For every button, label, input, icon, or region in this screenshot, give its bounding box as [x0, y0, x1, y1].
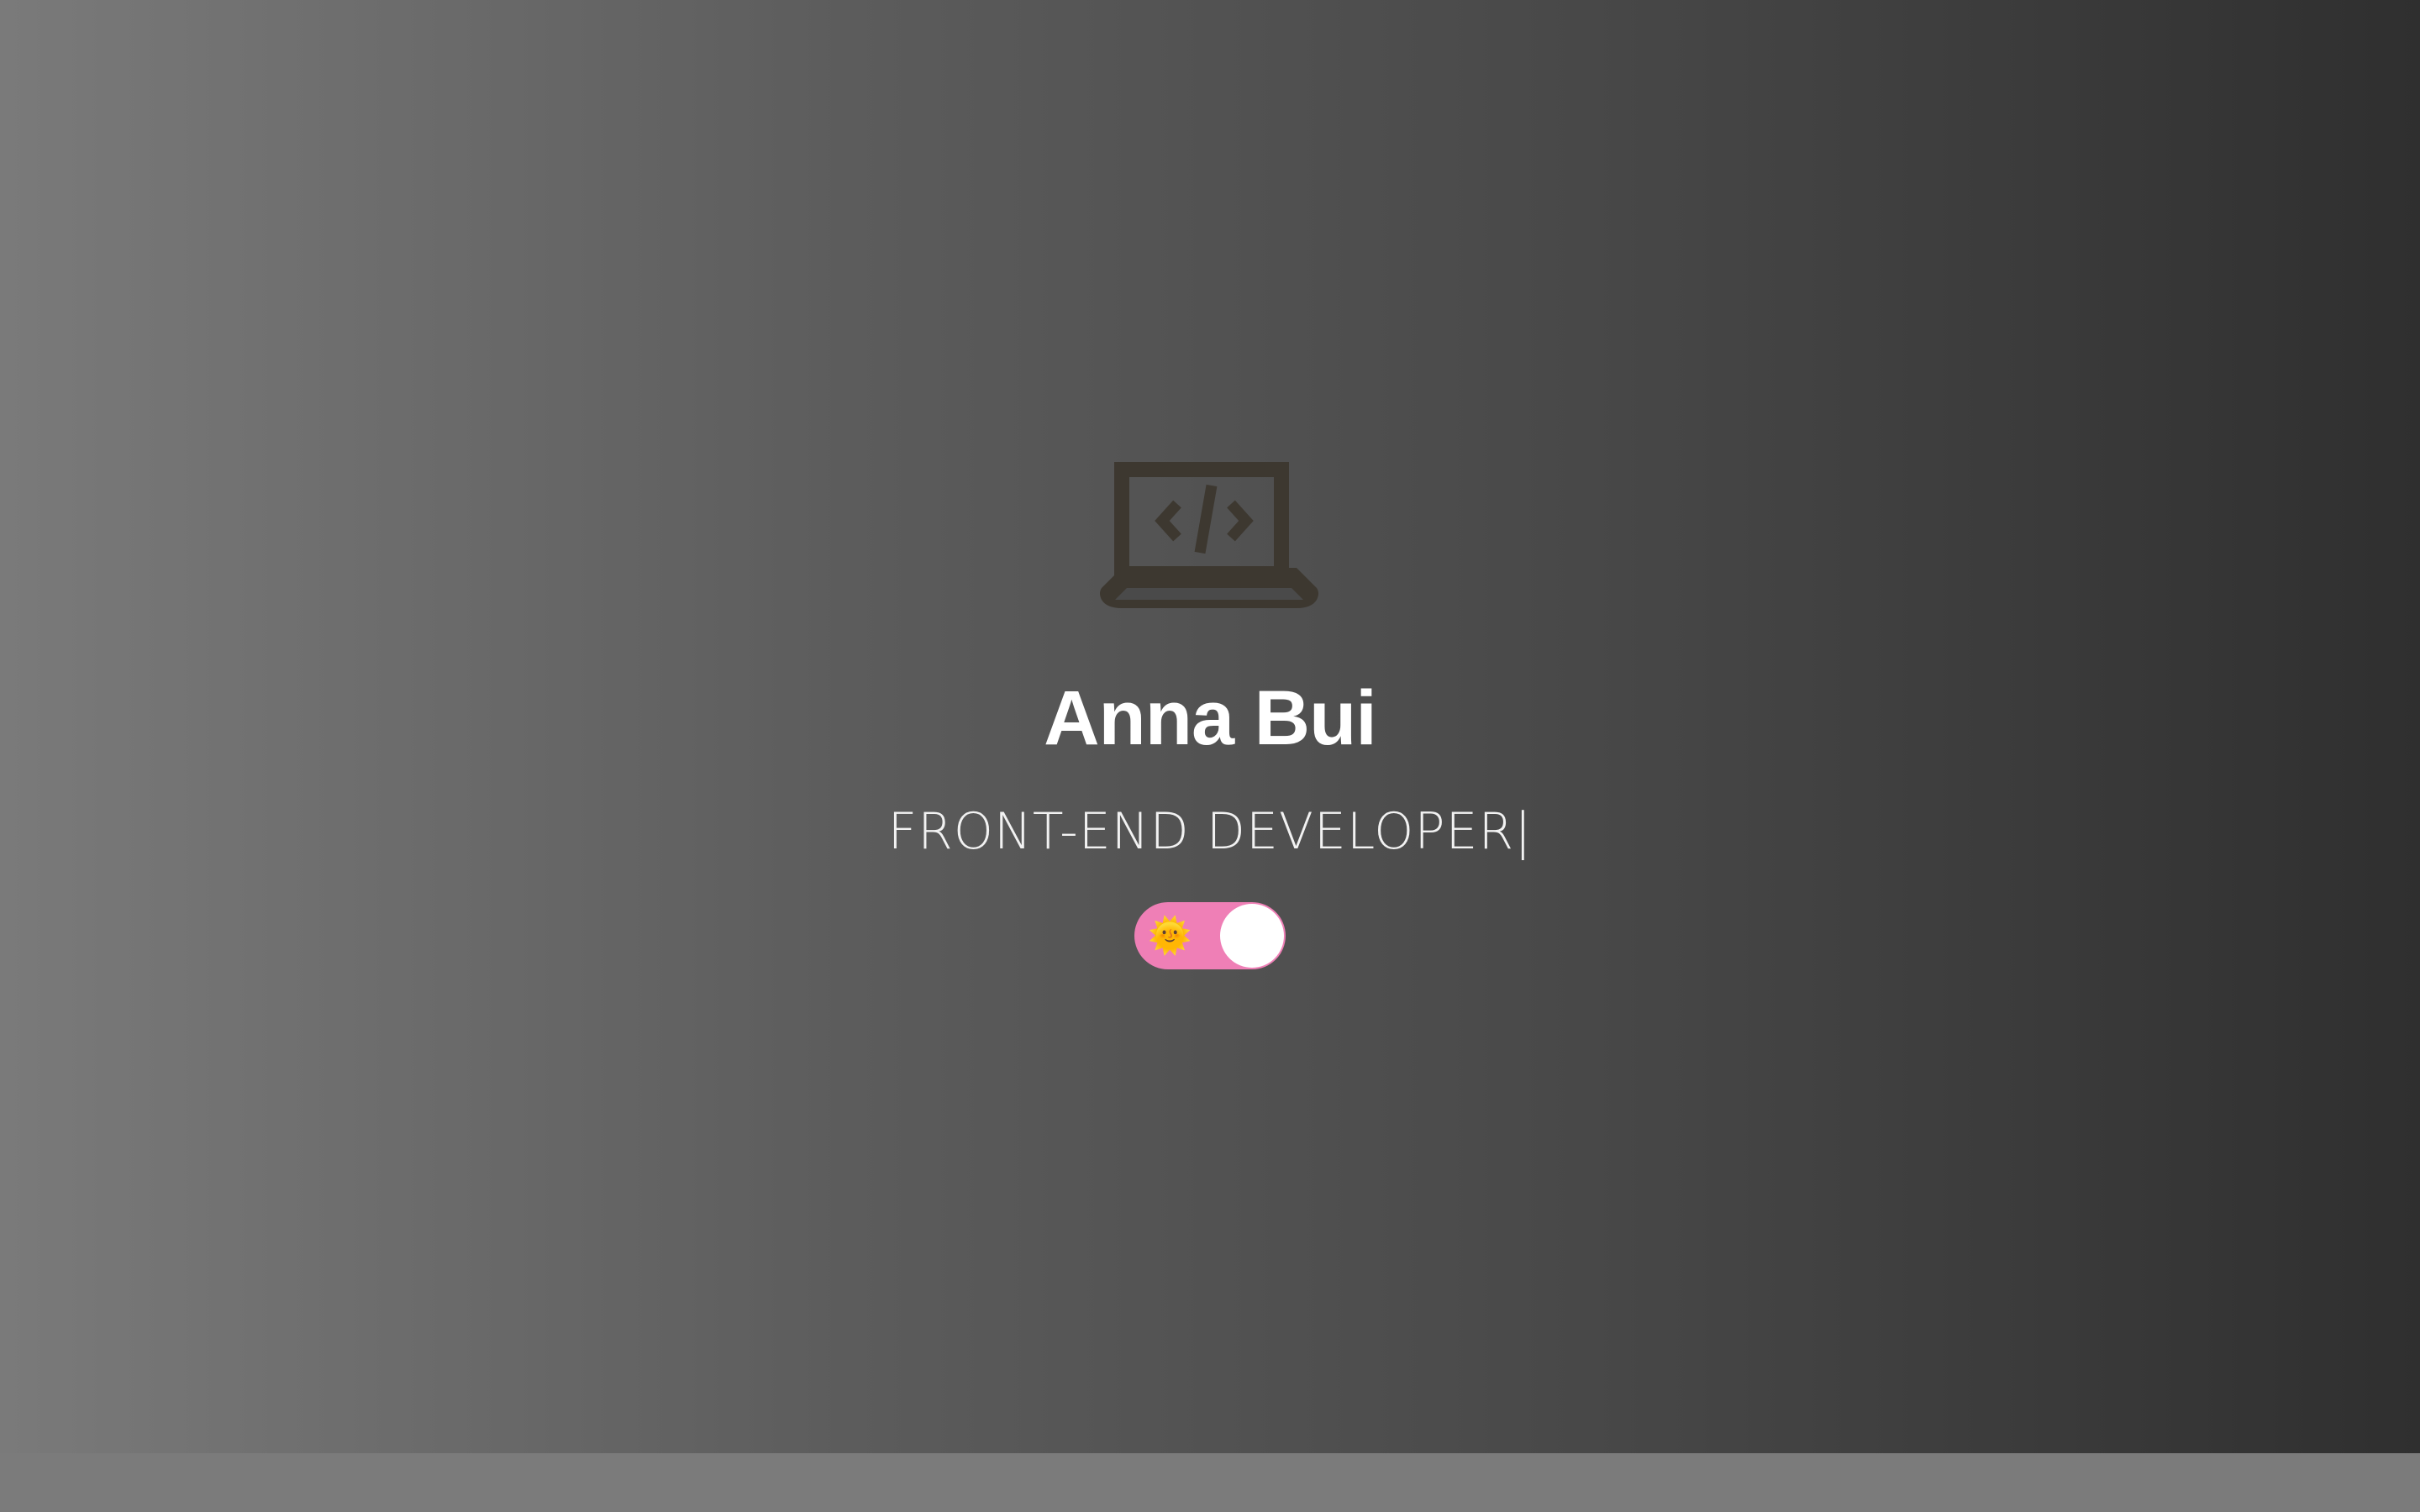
toggle-knob[interactable] [1220, 904, 1284, 968]
profile-role-line: FRONT-END DEVELOPER| [0, 798, 2420, 865]
profile-name: Anna Bui [1044, 675, 1377, 761]
laptop-code-icon [1100, 462, 1318, 608]
sun-icon: 🌞 [1148, 916, 1192, 955]
typing-cursor: | [1514, 802, 1533, 861]
footer-band [0, 1453, 2420, 1512]
theme-toggle[interactable]: 🌞 [1134, 902, 1286, 969]
profile-role: FRONT-END DEVELOPER [887, 802, 1515, 861]
hero-section: Anna Bui FRONT-END DEVELOPER| 🌞 [0, 0, 2420, 1453]
